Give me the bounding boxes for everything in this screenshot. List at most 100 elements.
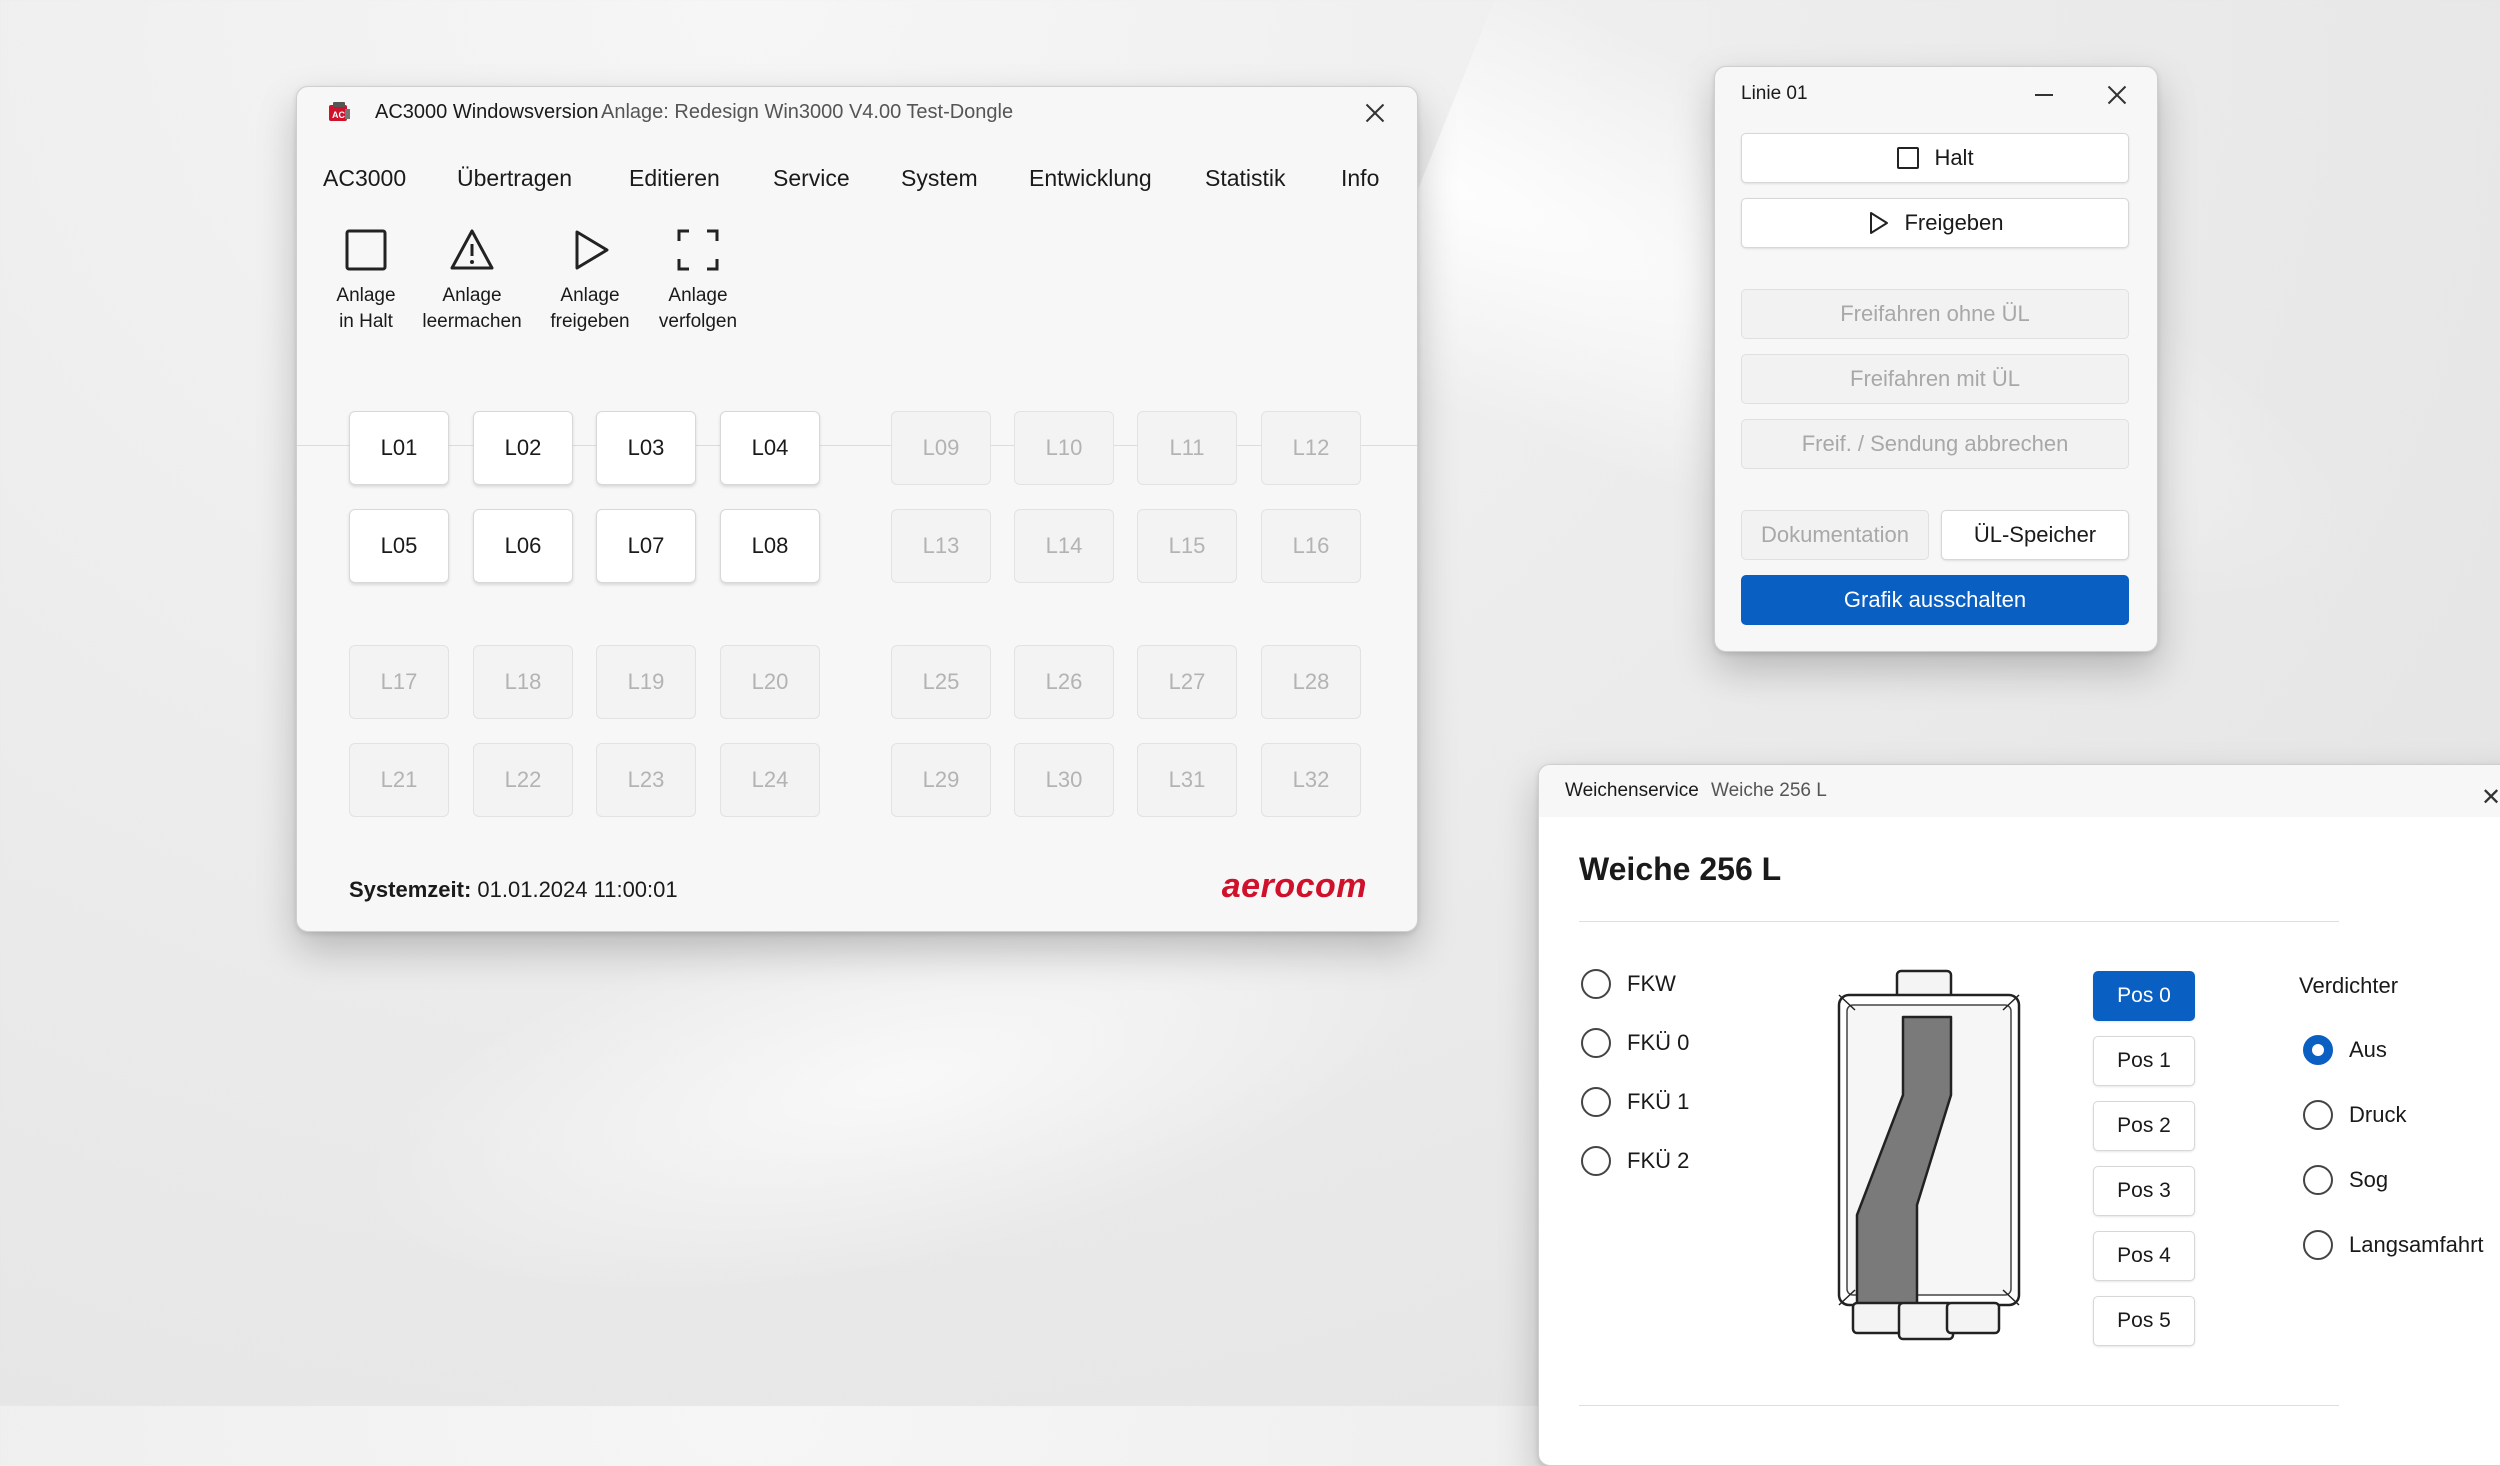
page-title: Weiche 256 L xyxy=(1579,851,1782,887)
warning-icon xyxy=(450,229,494,270)
anlage-halt-button[interactable]: Anlage in Halt xyxy=(311,227,421,335)
window-title: Weichenservice xyxy=(1565,780,1699,801)
title-bar: AC AC3000 Windowsversion Anlage: Redesig… xyxy=(297,87,1417,139)
line-button-l01[interactable]: L01 xyxy=(349,411,449,485)
line-button-l09[interactable]: L09 xyxy=(891,411,991,485)
line-button-l18[interactable]: L18 xyxy=(473,645,573,719)
mode-radio-fkw[interactable]: FKW xyxy=(1581,969,1676,999)
verdichter-radio-langsamfahrt[interactable]: Langsamfahrt xyxy=(2303,1230,2484,1260)
menu-editieren[interactable]: Editieren xyxy=(629,165,720,192)
mode-radio-fku2[interactable]: FKÜ 2 xyxy=(1581,1146,1689,1176)
line-button-l16[interactable]: L16 xyxy=(1261,509,1361,583)
verdichter-radio-sog[interactable]: Sog xyxy=(2303,1165,2388,1195)
anlage-freigeben-button[interactable]: Anlage freigeben xyxy=(535,227,645,335)
system-time-value: 01.01.2024 11:00:01 xyxy=(477,877,678,902)
menu-service[interactable]: Service xyxy=(773,165,850,192)
position-button-4[interactable]: Pos 4 xyxy=(2093,1231,2195,1281)
line-button-l11[interactable]: L11 xyxy=(1137,411,1237,485)
menu-ac3000[interactable]: AC3000 xyxy=(323,165,406,192)
line-button-l24[interactable]: L24 xyxy=(720,743,820,817)
line-button-l22[interactable]: L22 xyxy=(473,743,573,817)
line-button-l17[interactable]: L17 xyxy=(349,645,449,719)
radio-label: Aus xyxy=(2349,1037,2387,1062)
menu-info[interactable]: Info xyxy=(1341,165,1379,192)
line-button-l14[interactable]: L14 xyxy=(1014,509,1114,583)
tool-label: freigeben xyxy=(550,311,630,332)
grafik-ausschalten-button[interactable]: Grafik ausschalten xyxy=(1741,575,2129,625)
position-button-5[interactable]: Pos 5 xyxy=(2093,1296,2195,1346)
square-icon xyxy=(1897,147,1920,169)
line-button-l05[interactable]: L05 xyxy=(349,509,449,583)
line-button-l21[interactable]: L21 xyxy=(349,743,449,817)
close-icon[interactable]: ✕ xyxy=(2481,783,2500,812)
menu-system[interactable]: System xyxy=(901,165,978,192)
freifahren-mit-ul-button[interactable]: Freifahren mit ÜL xyxy=(1741,354,2129,404)
system-time: Systemzeit: 01.01.2024 11:00:01 xyxy=(349,877,678,903)
tool-label: verfolgen xyxy=(658,311,738,332)
radio-circle xyxy=(2303,1100,2333,1130)
app-logo-icon: AC xyxy=(329,102,350,121)
position-button-3[interactable]: Pos 3 xyxy=(2093,1166,2195,1216)
radio-label: FKÜ 2 xyxy=(1627,1148,1690,1173)
minimize-icon[interactable] xyxy=(2035,87,2055,103)
radio-circle xyxy=(1581,1087,1611,1117)
line-button-l03[interactable]: L03 xyxy=(596,411,696,485)
verdichter-radio-druck[interactable]: Druck xyxy=(2303,1100,2406,1130)
verdichter-radio-aus[interactable]: Aus xyxy=(2303,1035,2387,1065)
brand-logo: aerocom xyxy=(1221,867,1367,905)
line-button-l19[interactable]: L19 xyxy=(596,645,696,719)
position-button-1[interactable]: Pos 1 xyxy=(2093,1036,2195,1086)
line-button-l23[interactable]: L23 xyxy=(596,743,696,817)
line-button-l13[interactable]: L13 xyxy=(891,509,991,583)
radio-circle xyxy=(2303,1035,2333,1065)
line-button-l20[interactable]: L20 xyxy=(720,645,820,719)
position-button-0[interactable]: Pos 0 xyxy=(2093,971,2195,1021)
line-button-l06[interactable]: L06 xyxy=(473,509,573,583)
line-button-l27[interactable]: L27 xyxy=(1137,645,1237,719)
line-button-l02[interactable]: L02 xyxy=(473,411,573,485)
freigeben-label: Freigeben xyxy=(1904,210,2004,235)
halt-button[interactable]: Halt xyxy=(1741,133,2129,183)
radio-label: FKÜ 1 xyxy=(1627,1089,1690,1114)
freifahren-ohne-ul-button[interactable]: Freifahren ohne ÜL xyxy=(1741,289,2129,339)
mode-radio-fku0[interactable]: FKÜ 0 xyxy=(1581,1028,1689,1058)
dokumentation-button[interactable]: Dokumentation xyxy=(1741,510,1929,560)
radio-label: FKÜ 0 xyxy=(1627,1030,1690,1055)
freifahren-abbrechen-button[interactable]: Freif. / Sendung abbrechen xyxy=(1741,419,2129,469)
line-button-l31[interactable]: L31 xyxy=(1137,743,1237,817)
line-button-l29[interactable]: L29 xyxy=(891,743,991,817)
line-button-l25[interactable]: L25 xyxy=(891,645,991,719)
line-button-l04[interactable]: L04 xyxy=(720,411,820,485)
radio-circle xyxy=(1581,1028,1611,1058)
line-button-l30[interactable]: L30 xyxy=(1014,743,1114,817)
tool-label: Anlage xyxy=(668,285,728,306)
radio-label: FKW xyxy=(1627,971,1676,996)
line-button-l15[interactable]: L15 xyxy=(1137,509,1237,583)
line-button-l32[interactable]: L32 xyxy=(1261,743,1361,817)
line-button-l28[interactable]: L28 xyxy=(1261,645,1361,719)
radio-circle xyxy=(1581,1146,1611,1176)
freigeben-button[interactable]: Freigeben xyxy=(1741,198,2129,248)
play-icon xyxy=(575,230,609,270)
line-button-l08[interactable]: L08 xyxy=(720,509,820,583)
menu-statistik[interactable]: Statistik xyxy=(1205,165,1286,192)
anlage-verfolgen-button[interactable]: Anlage verfolgen xyxy=(643,227,753,335)
close-icon[interactable] xyxy=(1361,99,1389,127)
menu-entwicklung[interactable]: Entwicklung xyxy=(1029,165,1152,192)
line-button-l07[interactable]: L07 xyxy=(596,509,696,583)
ul-speicher-button[interactable]: ÜL-Speicher xyxy=(1941,510,2129,560)
weichenservice-window: Weichenservice Weiche 256 L ✕ Weiche 256… xyxy=(1538,764,2500,1466)
close-icon[interactable] xyxy=(2103,81,2131,109)
divider xyxy=(1579,921,2339,922)
position-button-2[interactable]: Pos 2 xyxy=(2093,1101,2195,1151)
anlage-leermachen-button[interactable]: Anlage leermachen xyxy=(417,227,527,335)
linie-window: Linie 01 Halt Freigeben Freifahren ohne … xyxy=(1714,66,2158,652)
window-subtitle: Weiche 256 L xyxy=(1711,780,1827,801)
menu-uebertragen[interactable]: Übertragen xyxy=(457,165,572,192)
diverter-switch-graphic xyxy=(1837,969,2021,1341)
line-button-l10[interactable]: L10 xyxy=(1014,411,1114,485)
radio-circle xyxy=(2303,1230,2333,1260)
mode-radio-fku1[interactable]: FKÜ 1 xyxy=(1581,1087,1689,1117)
line-button-l26[interactable]: L26 xyxy=(1014,645,1114,719)
line-button-l12[interactable]: L12 xyxy=(1261,411,1361,485)
